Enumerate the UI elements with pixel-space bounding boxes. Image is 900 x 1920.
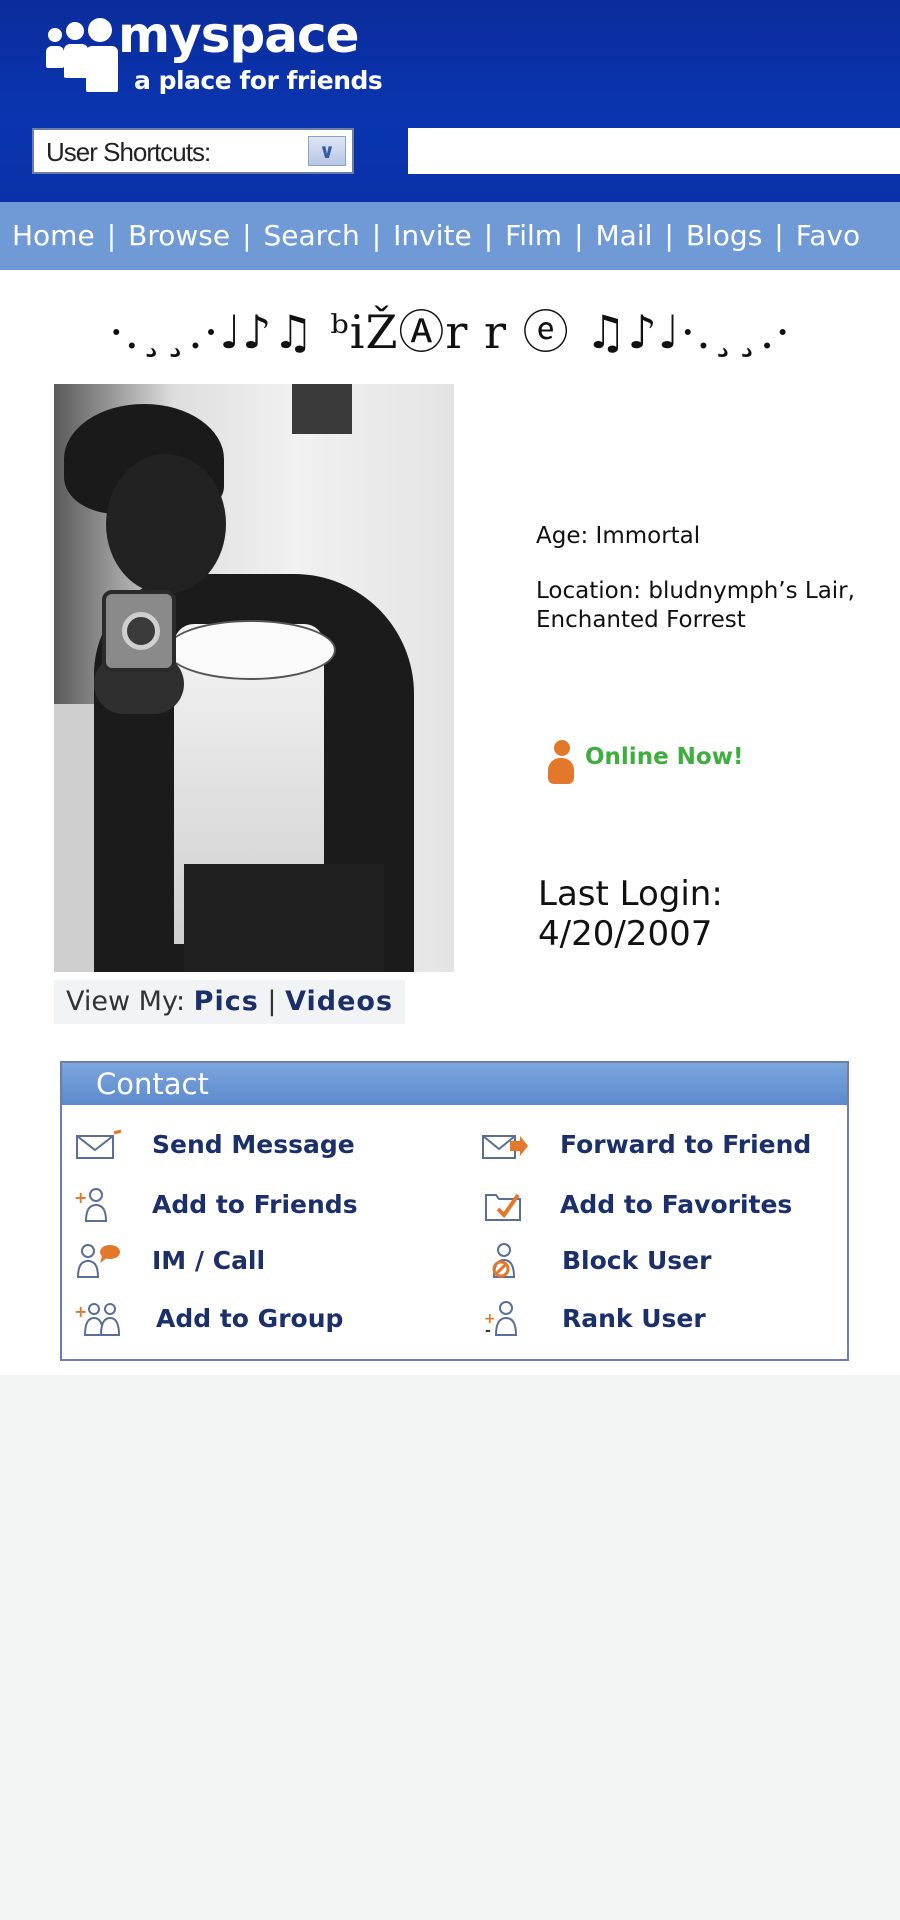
forward-to-friend-label: Forward to Friend — [560, 1130, 812, 1159]
last-login: Last Login: 4/20/2007 — [538, 874, 723, 954]
contact-box: Contact Send Message Forward to Friend +… — [60, 1061, 849, 1361]
contact-box-title: Contact — [62, 1063, 847, 1105]
nav-separator: | — [483, 219, 494, 252]
view-pics-link[interactable]: Pics — [194, 986, 259, 1017]
nav-film[interactable]: Film — [505, 202, 562, 270]
block-user-icon — [492, 1243, 516, 1278]
im-call-icon — [76, 1244, 120, 1278]
svg-text:+: + — [74, 1188, 87, 1207]
svg-text:-: - — [485, 1323, 491, 1337]
main-nav: Home | Browse | Search | Invite | Film | Mail | Blog… — [0, 202, 900, 270]
envelope-forward-icon — [482, 1135, 528, 1159]
send-message-label: Send Message — [152, 1130, 355, 1159]
view-my-links: View My: Pics | Videos — [54, 980, 406, 1024]
nav-invite[interactable]: Invite — [393, 202, 472, 270]
rank-user-label: Rank User — [562, 1304, 706, 1333]
nav-separator: | — [664, 219, 674, 252]
last-login-date: 4/20/2007 — [538, 914, 713, 954]
add-to-favorites-label: Add to Favorites — [560, 1190, 793, 1219]
logo-wordmark[interactable]: myspace — [118, 6, 360, 64]
im-call-label: IM / Call — [152, 1246, 266, 1275]
svg-text:+: + — [74, 1302, 87, 1321]
user-shortcuts-select[interactable]: User Shortcuts: ∨ — [32, 128, 354, 174]
profile-location: Location: bludnymph’s Lair, Enchanted Fo… — [536, 578, 855, 633]
add-friend-icon: + — [74, 1188, 108, 1222]
add-to-friends-label: Add to Friends — [152, 1190, 358, 1219]
nav-separator: | — [242, 219, 252, 252]
nav-home[interactable]: Home — [12, 202, 95, 270]
nav-browse[interactable]: Browse — [128, 202, 230, 270]
rank-user-icon: + - — [484, 1301, 518, 1337]
nav-separator: | — [106, 219, 117, 252]
nav-search[interactable]: Search — [264, 202, 360, 270]
search-input[interactable] — [408, 128, 900, 174]
profile-display-name: ·.¸¸.·♩♪♫ ᵇiŽⒶr r ⓔ ♫♪♩·.¸¸.· — [108, 305, 792, 359]
view-my-separator: | — [267, 986, 277, 1017]
online-now-badge: Online Now! — [585, 744, 744, 770]
site-header: myspace a place for friends User Shortcu… — [0, 0, 900, 202]
nav-separator: | — [774, 219, 784, 252]
view-videos-link[interactable]: Videos — [285, 986, 393, 1017]
nav-mail[interactable]: Mail — [596, 202, 653, 270]
view-my-label: View My: — [66, 986, 186, 1017]
block-user-label: Block User — [562, 1246, 712, 1275]
add-to-group-label: Add to Group — [156, 1304, 344, 1333]
myspace-logo-icon[interactable] — [46, 18, 118, 92]
logo-tagline: a place for friends — [134, 66, 383, 95]
online-person-icon — [548, 740, 574, 784]
favorites-icon — [485, 1193, 521, 1221]
chevron-down-icon[interactable]: ∨ — [308, 136, 346, 166]
nav-favorites[interactable]: Favo — [796, 202, 860, 270]
profile-age: Age: Immortal — [536, 523, 701, 549]
add-group-icon: + — [74, 1302, 121, 1336]
nav-separator: | — [574, 219, 584, 252]
envelope-icon — [76, 1129, 122, 1159]
nav-blogs[interactable]: Blogs — [686, 202, 762, 270]
nav-separator: | — [371, 219, 382, 252]
user-shortcuts-label: User Shortcuts: — [46, 137, 211, 167]
profile-photo[interactable] — [54, 384, 454, 972]
last-login-label: Last Login: — [538, 874, 723, 914]
